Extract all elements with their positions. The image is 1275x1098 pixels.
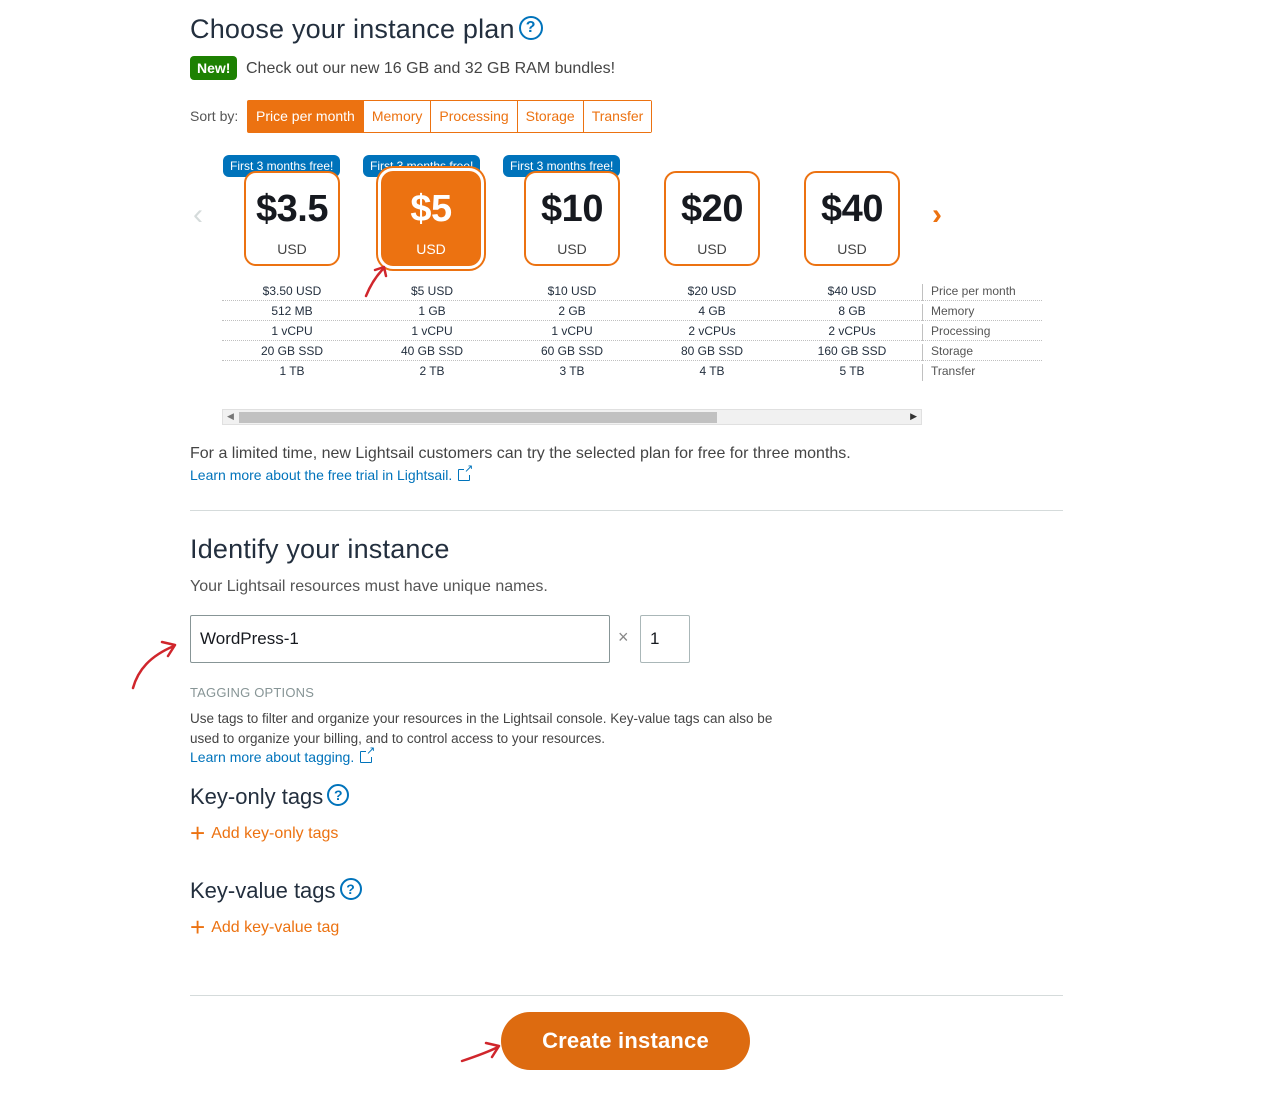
- create-instance-button[interactable]: Create instance: [501, 1012, 750, 1070]
- help-icon[interactable]: ?: [339, 878, 362, 901]
- spec-label: Memory: [922, 304, 974, 321]
- plan-currency: USD: [697, 241, 727, 257]
- spec-row-price: $3.50 USD $5 USD $10 USD $20 USD $40 USD…: [222, 281, 1042, 301]
- plans-horizontal-scrollbar[interactable]: ◀ ▶: [222, 409, 922, 425]
- sort-processing-button[interactable]: Processing: [430, 101, 517, 132]
- help-icon[interactable]: ?: [327, 784, 350, 807]
- spec-label: Storage: [922, 344, 973, 361]
- unique-names-hint: Your Lightsail resources must have uniqu…: [190, 578, 548, 595]
- add-key-only-tags-label: Add key-only tags: [211, 825, 339, 842]
- sort-transfer-button[interactable]: Transfer: [582, 101, 652, 132]
- instance-name-input[interactable]: [190, 615, 610, 663]
- sort-button-group: Price per month Memory Processing Storag…: [247, 100, 653, 133]
- spec-row-storage: 20 GB SSD 40 GB SSD 60 GB SSD 80 GB SSD …: [222, 341, 1042, 361]
- key-only-tags-label: Key-only tags: [190, 784, 324, 809]
- spec-cell: 4 GB: [698, 304, 726, 318]
- spec-cell: $20 USD: [687, 284, 737, 298]
- spec-cell: 1 GB: [418, 304, 446, 318]
- plan-currency: USD: [416, 241, 446, 257]
- plan-section-title: Choose your instance plan?: [190, 14, 543, 45]
- spec-cell: 1 vCPU: [271, 324, 313, 338]
- sort-memory-button[interactable]: Memory: [362, 101, 431, 132]
- tagging-options-heading: TAGGING OPTIONS: [190, 685, 315, 700]
- plan-card-5-selected[interactable]: $5 USD: [381, 171, 481, 266]
- spec-cell: 2 TB: [419, 364, 445, 378]
- plan-card-10[interactable]: $10 USD: [524, 171, 620, 266]
- spec-cell: 80 GB SSD: [680, 344, 744, 358]
- free-trial-link[interactable]: Learn more about the free trial in Light…: [190, 463, 474, 483]
- plan-card-20[interactable]: $20 USD: [664, 171, 760, 266]
- plus-icon: +: [190, 818, 206, 848]
- plan-card-3-5[interactable]: $3.5 USD: [244, 171, 340, 266]
- free-trial-link-text[interactable]: Learn more about the free trial in Light…: [190, 467, 452, 483]
- spec-label: Processing: [922, 324, 990, 341]
- spec-cell: $40 USD: [827, 284, 877, 298]
- annotation-arrow-icon: [460, 1041, 501, 1063]
- spec-cell: 3 TB: [559, 364, 585, 378]
- spec-cell: 512 MB: [271, 304, 313, 318]
- spec-row-processing: 1 vCPU 1 vCPU 1 vCPU 2 vCPUs 2 vCPUs Pro…: [222, 321, 1042, 341]
- plan-currency: USD: [277, 241, 307, 257]
- spec-cell: $3.50 USD: [262, 284, 322, 298]
- plan-price: $3.5: [256, 188, 328, 230]
- spec-label: Transfer: [922, 364, 975, 381]
- prev-plans-chevron-icon[interactable]: ‹: [193, 198, 203, 232]
- spec-cell: 1 vCPU: [551, 324, 593, 338]
- spec-cell: 2 GB: [558, 304, 586, 318]
- spec-row-memory: 512 MB 1 GB 2 GB 4 GB 8 GB Memory: [222, 301, 1042, 321]
- spec-cell: 60 GB SSD: [540, 344, 604, 358]
- spec-cell: 5 TB: [839, 364, 865, 378]
- external-link-icon: [360, 745, 376, 763]
- scroll-left-arrow-icon[interactable]: ◀: [227, 411, 234, 422]
- section-divider: [190, 995, 1063, 996]
- plan-title-text: Choose your instance plan: [190, 14, 515, 44]
- spec-cell: 8 GB: [838, 304, 866, 318]
- new-bundles-text: Check out our new 16 GB and 32 GB RAM bu…: [246, 60, 616, 77]
- add-key-value-tag-button[interactable]: + Add key-value tag: [190, 914, 340, 940]
- spec-cell: 1 TB: [279, 364, 305, 378]
- plan-card-40[interactable]: $40 USD: [804, 171, 900, 266]
- free-trial-text: For a limited time, new Lightsail custom…: [190, 445, 851, 462]
- plus-icon: +: [190, 912, 206, 942]
- scrollbar-thumb[interactable]: [239, 412, 717, 423]
- plan-price: $40: [821, 188, 883, 230]
- help-icon[interactable]: ?: [518, 15, 543, 40]
- annotation-arrow-icon: [364, 265, 388, 298]
- tagging-description: Use tags to filter and organize your res…: [190, 711, 773, 746]
- spec-cell: 20 GB SSD: [260, 344, 324, 358]
- tagging-link-text[interactable]: Learn more about tagging.: [190, 749, 354, 765]
- instance-count-input[interactable]: [640, 615, 690, 663]
- identify-section-title: Identify your instance: [190, 534, 450, 564]
- spec-cell: 2 vCPUs: [828, 324, 876, 338]
- spec-cell: 40 GB SSD: [400, 344, 464, 358]
- external-link-icon: [458, 463, 474, 481]
- multiply-sign: ×: [618, 627, 629, 647]
- spec-cell: 160 GB SSD: [817, 344, 887, 358]
- key-value-tags-label: Key-value tags: [190, 878, 336, 903]
- spec-label: Price per month: [922, 284, 1016, 301]
- plan-price: $10: [541, 188, 603, 230]
- scroll-right-arrow-icon[interactable]: ▶: [910, 411, 917, 422]
- spec-cell: 2 vCPUs: [688, 324, 736, 338]
- plan-currency: USD: [557, 241, 587, 257]
- tagging-learn-more-link[interactable]: Learn more about tagging.: [190, 745, 376, 765]
- sort-storage-button[interactable]: Storage: [516, 101, 583, 132]
- new-badge: New!: [190, 56, 238, 80]
- spec-cell: 4 TB: [699, 364, 725, 378]
- plan-currency: USD: [837, 241, 867, 257]
- plan-price: $5: [410, 188, 452, 230]
- key-value-tags-title: Key-value tags?: [190, 878, 362, 904]
- spec-row-transfer: 1 TB 2 TB 3 TB 4 TB 5 TB Transfer: [222, 361, 1042, 381]
- spec-cell: 1 vCPU: [411, 324, 453, 338]
- section-divider: [190, 510, 1063, 511]
- add-key-only-tags-button[interactable]: + Add key-only tags: [190, 820, 339, 846]
- key-only-tags-title: Key-only tags?: [190, 784, 350, 810]
- plan-price: $20: [681, 188, 743, 230]
- annotation-arrow-icon: [131, 640, 177, 690]
- spec-cell: $10 USD: [547, 284, 597, 298]
- sort-price-button[interactable]: Price per month: [248, 101, 363, 132]
- sort-label: Sort by:: [190, 108, 239, 124]
- add-key-value-tag-label: Add key-value tag: [211, 919, 340, 936]
- next-plans-chevron-icon[interactable]: ›: [932, 198, 942, 232]
